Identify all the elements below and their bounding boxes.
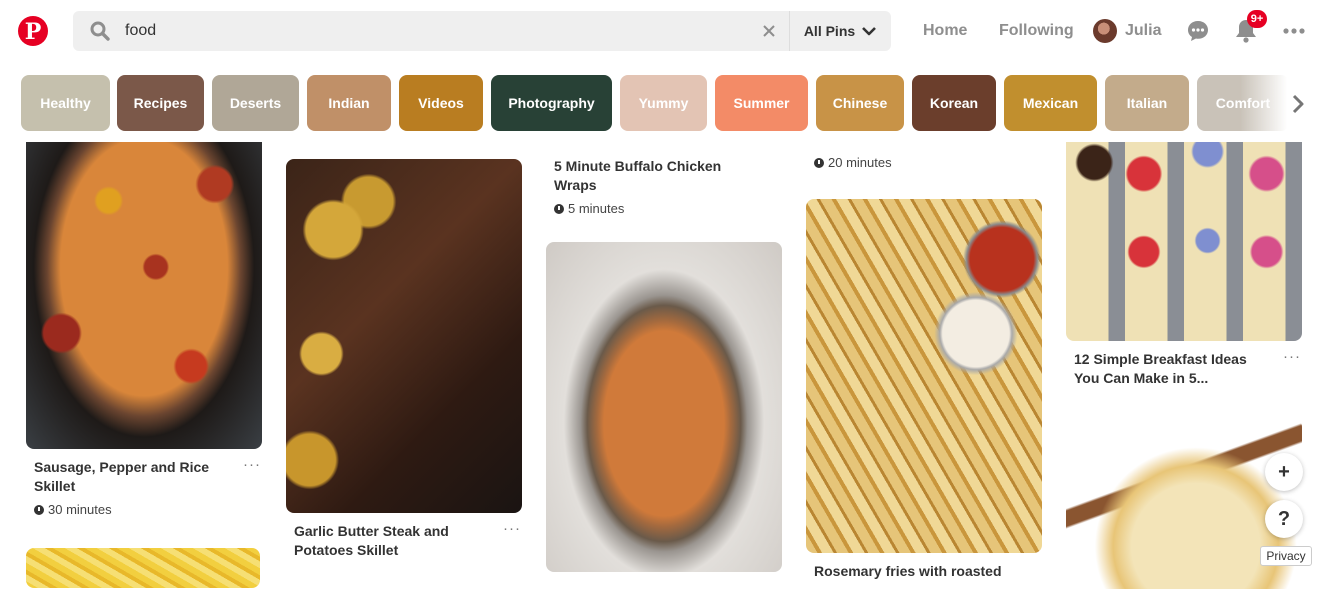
category-deserts[interactable]: Deserts: [212, 75, 299, 131]
category-label: Indian: [328, 95, 370, 111]
pin-more-icon[interactable]: ···: [1283, 349, 1301, 364]
category-chinese[interactable]: Chinese: [816, 75, 904, 131]
category-label: Summer: [733, 95, 790, 111]
pin-image-steak-potatoes[interactable]: [286, 159, 522, 513]
help-icon: ?: [1277, 507, 1291, 530]
pin-image-breakfast-bananas[interactable]: [1066, 118, 1302, 341]
pin-title[interactable]: Garlic Butter Steak and Potatoes Skillet: [294, 522, 474, 560]
pin-time-label: 20 minutes: [828, 155, 892, 170]
notification-badge: 9+: [1247, 10, 1267, 28]
chevron-right-icon[interactable]: [1288, 92, 1308, 116]
clock-icon: [34, 504, 44, 515]
pin-image-mac-cheese[interactable]: [26, 548, 260, 588]
category-label: Korean: [929, 95, 979, 111]
search-input[interactable]: [125, 11, 805, 51]
category-photography[interactable]: Photography: [491, 75, 612, 131]
pin-more-icon[interactable]: ···: [503, 521, 521, 536]
category-bar: Healthy Recipes Deserts Indian Videos Ph…: [0, 66, 1326, 142]
pinterest-logo-icon[interactable]: P: [18, 16, 48, 46]
pin-title[interactable]: Rosemary fries with roasted: [814, 562, 1014, 581]
chevron-down-icon: [862, 27, 877, 36]
privacy-link[interactable]: Privacy: [1260, 546, 1312, 566]
category-italian[interactable]: Italian: [1105, 75, 1189, 131]
add-pin-button[interactable]: +: [1265, 453, 1303, 491]
messages-icon[interactable]: [1186, 19, 1210, 43]
pin-title[interactable]: 5 Minute Buffalo Chicken Wraps: [554, 157, 744, 195]
plus-icon: +: [1278, 460, 1290, 483]
pin-title[interactable]: 12 Simple Breakfast Ideas You Can Make i…: [1074, 350, 1269, 388]
search-scope-label: All Pins: [803, 23, 856, 39]
category-fade: [1240, 66, 1326, 142]
pin-cook-time: 30 minutes: [34, 502, 112, 517]
category-healthy[interactable]: Healthy: [21, 75, 110, 131]
pin-image-pasta[interactable]: [546, 242, 782, 572]
pin-cook-time: 5 minutes: [554, 201, 624, 216]
pin-image-sausage-skillet[interactable]: [26, 118, 262, 449]
category-label: Italian: [1126, 95, 1168, 111]
avatar[interactable]: [1093, 19, 1117, 43]
more-icon[interactable]: [1283, 27, 1305, 35]
pin-time-label: 30 minutes: [48, 502, 112, 517]
category-recipes[interactable]: Recipes: [117, 75, 204, 131]
category-label: Photography: [508, 95, 595, 111]
help-button[interactable]: ?: [1265, 500, 1303, 538]
category-label: Yummy: [638, 95, 689, 111]
category-label: Healthy: [40, 95, 91, 111]
search-scope-dropdown[interactable]: All Pins: [790, 11, 891, 51]
category-videos[interactable]: Videos: [399, 75, 483, 131]
user-profile-link[interactable]: Julia: [1125, 22, 1161, 40]
clear-icon[interactable]: [761, 23, 777, 39]
search-icon[interactable]: [90, 21, 110, 41]
pin-image-rosemary-fries[interactable]: [806, 199, 1042, 553]
top-navigation: P All Pins Home Following Julia 9+: [0, 0, 1326, 66]
category-summer[interactable]: Summer: [715, 75, 808, 131]
pin-time-label: 5 minutes: [568, 201, 625, 216]
category-korean[interactable]: Korean: [912, 75, 996, 131]
pin-cook-time: 20 minutes: [814, 155, 892, 170]
category-label: Mexican: [1022, 95, 1079, 111]
nav-home[interactable]: Home: [923, 22, 967, 40]
category-label: Videos: [418, 95, 464, 111]
category-indian[interactable]: Indian: [307, 75, 391, 131]
clock-icon: [554, 203, 564, 214]
category-label: Chinese: [832, 95, 888, 111]
pin-title[interactable]: Sausage, Pepper and Rice Skillet: [34, 458, 214, 496]
nav-following[interactable]: Following: [999, 22, 1074, 40]
search-bar: All Pins: [73, 11, 891, 51]
category-label: Recipes: [133, 95, 188, 111]
category-mexican[interactable]: Mexican: [1004, 75, 1097, 131]
pin-more-icon[interactable]: ···: [243, 457, 261, 472]
clock-icon: [814, 157, 824, 168]
category-yummy[interactable]: Yummy: [620, 75, 707, 131]
category-label: Deserts: [229, 95, 282, 111]
